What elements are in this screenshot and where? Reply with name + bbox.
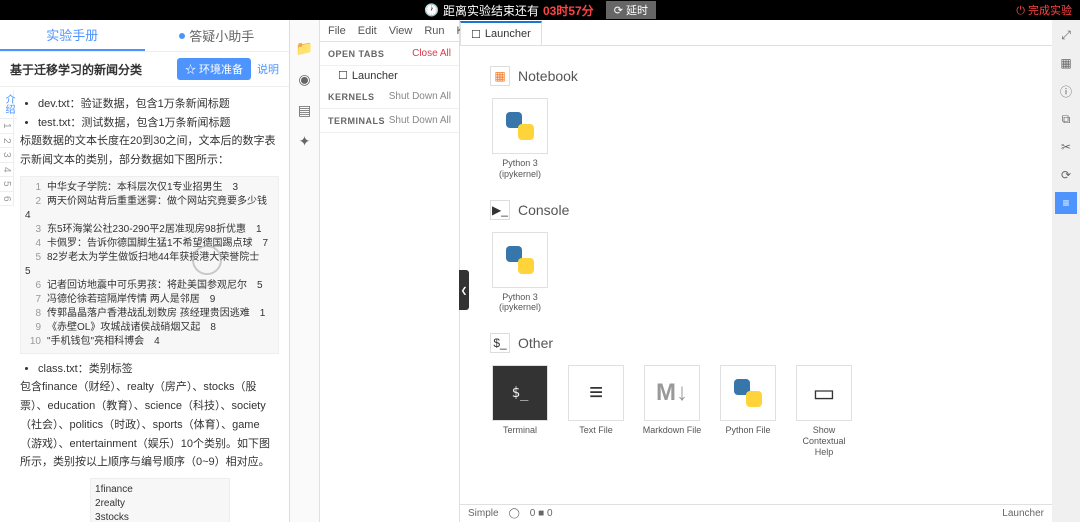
card-console-python3[interactable]: Python 3 (ipykernel) — [490, 232, 550, 314]
status-bar: Simple ◯ 0 ■ 0 Launcher — [460, 504, 1052, 522]
tab-icon: ☐ — [471, 28, 481, 41]
bullet: class.txt：类别标签 — [38, 360, 279, 379]
extend-button[interactable]: ⟳ 延时 — [606, 1, 656, 19]
folder-icon[interactable]: 📁 — [296, 40, 313, 57]
commands-icon[interactable]: ▤ — [298, 102, 311, 119]
bullet: test.txt：测试数据，包含1万条新闻标题 — [38, 114, 279, 133]
open-tabs-header: OPEN TABS — [328, 49, 384, 59]
dock-clip-icon[interactable]: ✂ — [1055, 136, 1077, 158]
right-dock: ⤢ ▦ ⓘ ⧉ ✂ ⟳ ≡ — [1052, 20, 1080, 522]
terminals-header: TERMINALS — [328, 116, 385, 126]
python-icon — [504, 244, 536, 276]
card-terminal[interactable]: $_Terminal — [490, 365, 550, 457]
card-textfile[interactable]: ≡Text File — [566, 365, 626, 457]
env-button[interactable]: ☆ 环境准备 — [177, 58, 251, 80]
dock-info-icon[interactable]: ⓘ — [1055, 80, 1077, 102]
dot-icon — [179, 33, 185, 39]
running-icon[interactable]: ◉ — [298, 71, 310, 88]
section-console: Console — [518, 202, 569, 218]
dock-list-icon[interactable]: ≡ — [1055, 192, 1077, 214]
notebook-icon: ▦ — [490, 66, 510, 86]
paragraph: 标题数据的文本长度在20到30之间，文本后的数字表示新闻文本的类别，部分数据如下… — [20, 132, 279, 169]
kernels-header: KERNELS — [328, 92, 375, 102]
menu-file[interactable]: File — [328, 25, 346, 37]
section-notebook: Notebook — [518, 68, 578, 84]
status-toggle[interactable]: ◯ — [509, 508, 520, 519]
menu-run[interactable]: Run — [424, 25, 444, 37]
code-block-1: 1中华女子学院：本科层次仅1专业招男生 32两天价网站背后重重迷雾：做个网站究竟… — [20, 176, 279, 354]
card-pythonfile[interactable]: Python File — [718, 365, 778, 457]
bullet: dev.txt：验证数据，包含1万条新闻标题 — [38, 95, 279, 114]
dock-expand-icon[interactable]: ⤢ — [1055, 24, 1077, 46]
dock-refresh-icon[interactable]: ⟳ — [1055, 164, 1077, 186]
shutdown-kernels-button[interactable]: Shut Down All — [389, 91, 451, 102]
tab-launcher[interactable]: ☐Launcher — [460, 21, 542, 45]
menu-view[interactable]: View — [389, 25, 413, 37]
collapse-button[interactable]: ❮ — [459, 270, 469, 310]
rail-5[interactable]: 5 — [0, 177, 13, 192]
jupyter-activity-bar: 📁 ◉ ▤ ✦ — [290, 20, 320, 522]
status-launcher: Launcher — [1002, 508, 1044, 519]
launcher-panel: ▦ Notebook Python 3 (ipykernel) ▶_ Console… — [460, 46, 1052, 504]
dock-grid-icon[interactable]: ▦ — [1055, 52, 1077, 74]
help-icon: ▭ — [796, 365, 852, 421]
other-icon: $_ — [490, 333, 510, 353]
python-icon — [504, 110, 536, 142]
open-tab-item[interactable]: ☐Launcher — [320, 66, 459, 85]
dock-copy-icon[interactable]: ⧉ — [1055, 108, 1077, 130]
shutdown-terminals-button[interactable]: Shut Down All — [389, 115, 451, 126]
status-simple[interactable]: Simple — [468, 508, 499, 519]
rail-6[interactable]: 6 — [0, 192, 13, 207]
console-icon: ▶_ — [490, 200, 510, 220]
jupyter-menubar: File Edit View Run Kernel Tabs Settings … — [320, 20, 459, 42]
section-rail: 介绍 1 2 3 4 5 6 — [0, 90, 14, 206]
desc-link[interactable]: 说明 — [257, 61, 279, 77]
menu-edit[interactable]: Edit — [358, 25, 377, 37]
close-all-button[interactable]: Close All — [412, 48, 451, 59]
tab-helper[interactable]: 答疑小助手 — [145, 20, 290, 51]
code-block-2: 1finance2realty3stocks4education5science… — [90, 478, 230, 522]
card-notebook-python3[interactable]: Python 3 (ipykernel) — [490, 98, 550, 180]
rail-4[interactable]: 4 — [0, 163, 13, 178]
clock-icon: 🕐 — [424, 3, 439, 17]
card-contexthelp[interactable]: ▭Show Contextual Help — [794, 365, 854, 457]
rail-1[interactable]: 1 — [0, 119, 13, 134]
timer-value: 03时57分 — [543, 2, 594, 19]
page-title: 基于迁移学习的新闻分类 — [10, 61, 171, 78]
textfile-icon: ≡ — [568, 365, 624, 421]
card-markdown[interactable]: M↓Markdown File — [642, 365, 702, 457]
extensions-icon[interactable]: ✦ — [299, 133, 311, 150]
finish-button[interactable]: ⏻ 完成实验 — [1016, 2, 1072, 18]
launcher-icon: ☐ — [338, 69, 348, 82]
python-icon — [720, 365, 776, 421]
rail-3[interactable]: 3 — [0, 148, 13, 163]
terminal-icon: $_ — [492, 365, 548, 421]
manual-content: dev.txt：验证数据，包含1万条新闻标题 test.txt：测试数据，包含1… — [0, 87, 289, 522]
markdown-icon: M↓ — [644, 365, 700, 421]
rail-intro[interactable]: 介绍 — [0, 90, 17, 119]
rail-2[interactable]: 2 — [0, 134, 13, 149]
timer-prefix: 距离实验结束还有 — [443, 2, 539, 19]
tab-manual[interactable]: 实验手册 — [0, 20, 145, 51]
section-other: Other — [518, 335, 553, 351]
paragraph: 包含finance（财经）、realty（房产）、stocks（股票）、educ… — [20, 378, 279, 471]
